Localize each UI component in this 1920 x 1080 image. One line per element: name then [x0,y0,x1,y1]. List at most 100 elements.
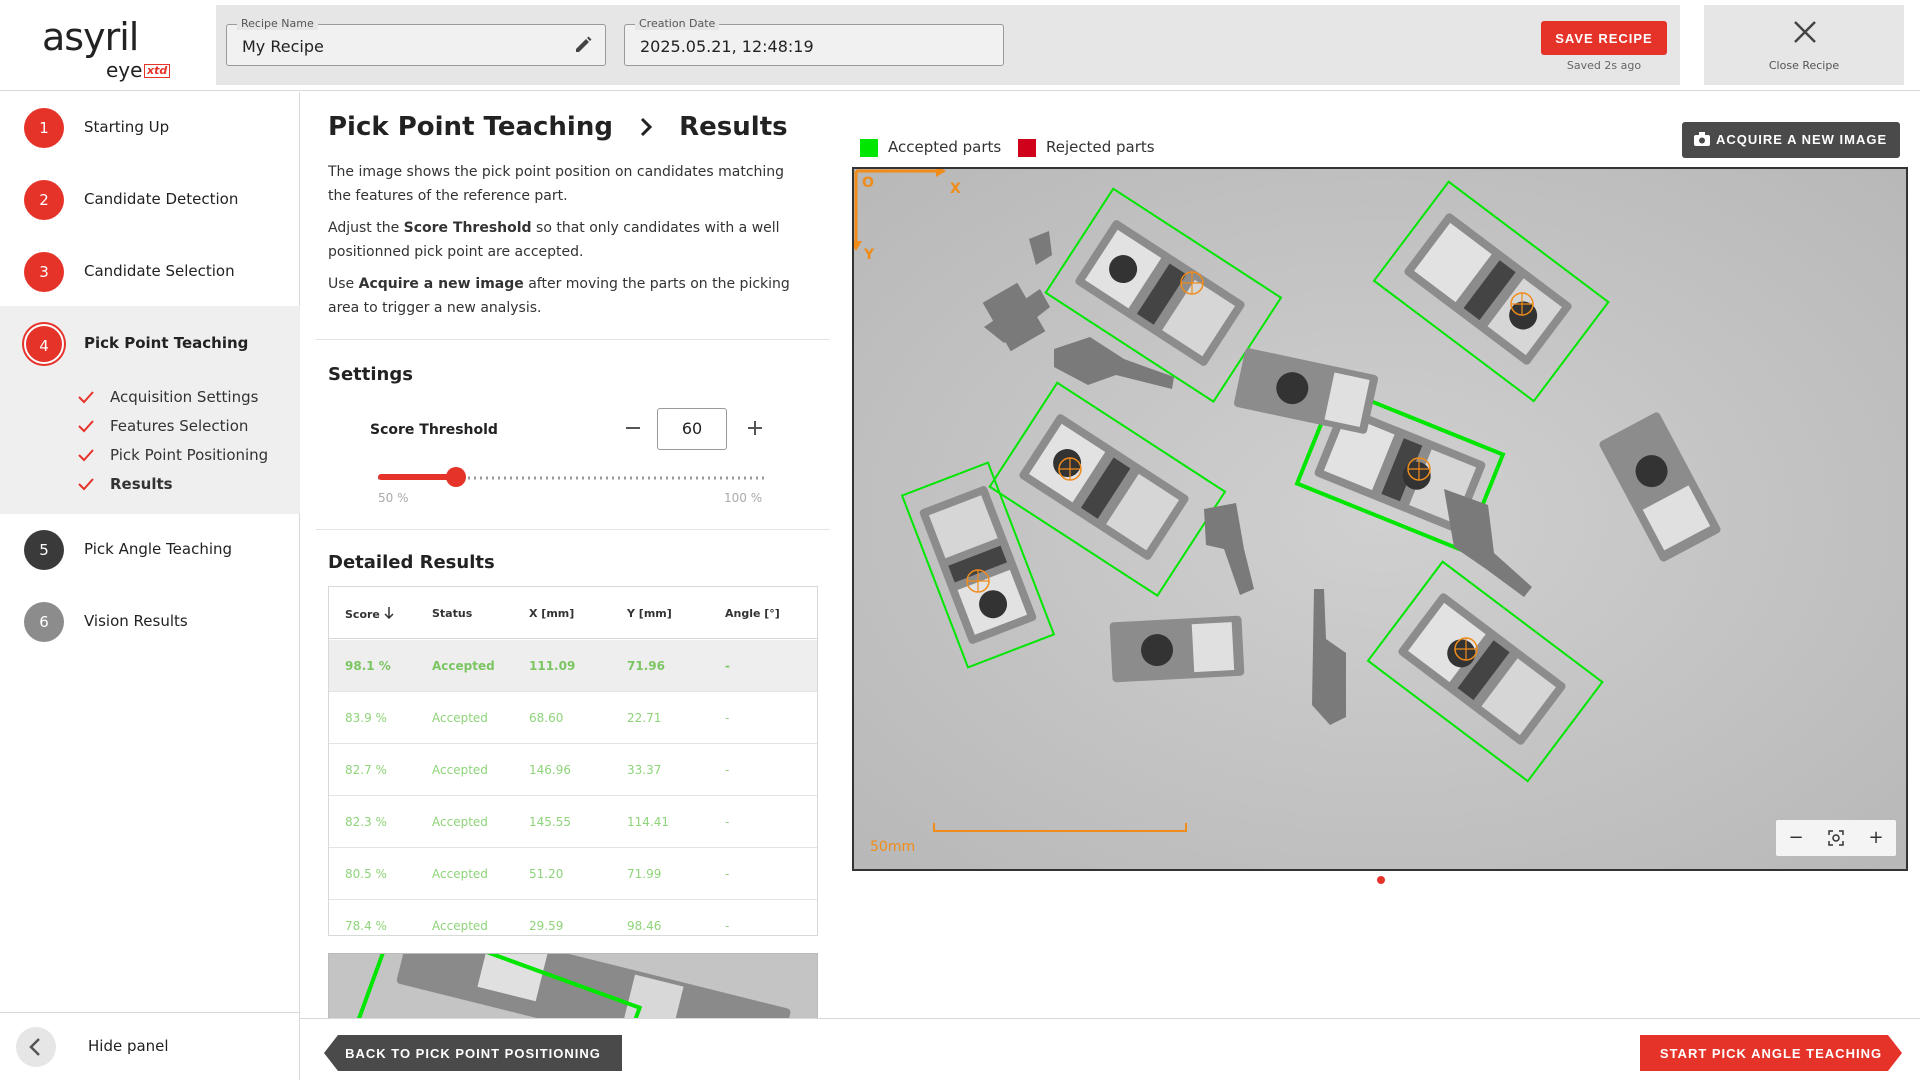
table-row[interactable]: 98.1 % Accepted 111.09 71.96 - [329,640,817,692]
cell-score: 98.1 % [345,659,391,673]
results-table: Score Status X [mm] Y [mm] Angle [°] 98.… [328,586,818,936]
description-3: Use Acquire a new image after moving the… [328,276,790,316]
table-row[interactable]: 82.3 % Accepted 145.55 114.41 - [329,796,817,848]
scale-bar-label: 50mm [870,839,916,855]
table-row[interactable]: 83.9 % Accepted 68.60 22.71 - [329,692,817,744]
slider-fill [378,474,456,480]
steps-sidebar: 1 Starting Up 2 Candidate Detection 3 Ca… [0,92,300,1080]
step-number: 6 [24,602,64,642]
saved-status: Saved 2s ago [1566,59,1642,72]
cell-score: 82.7 % [345,763,387,777]
substep-label: Results [110,475,173,493]
start-pick-angle-teaching-button[interactable]: START PICK ANGLE TEACHING [1640,1035,1902,1071]
table-row[interactable]: 82.7 % Accepted 146.96 33.37 - [329,744,817,796]
hide-panel-button[interactable] [16,1027,56,1067]
close-icon [1794,21,1816,43]
cell-score: 80.5 % [345,867,387,881]
acquire-new-image-button[interactable]: ACQUIRE A NEW IMAGE [1682,122,1900,158]
sidebar-step-pick-point-teaching[interactable]: 4 Pick Point Teaching Acquisition Settin… [0,306,300,514]
cell-x: 146.96 [529,763,571,777]
cell-status: Accepted [432,815,488,829]
creation-date-field: Creation Date 2025.05.21, 12:48:19 [624,17,1004,66]
step-number: 3 [24,252,64,292]
zoom-out-button[interactable]: − [1776,820,1816,856]
recipe-name-label: Recipe Name [237,17,318,30]
column-header-x[interactable]: X [mm] [529,607,574,620]
image-pager-dot[interactable] [1377,876,1385,884]
creation-date-value: 2025.05.21, 12:48:19 [640,37,814,56]
cell-x: 51.20 [529,867,564,881]
step-number: 5 [24,530,64,570]
cell-score: 83.9 % [345,711,387,725]
threshold-increase-button[interactable] [740,413,770,443]
step-number: 1 [24,108,64,148]
divider [316,529,830,530]
cell-y: 114.41 [627,815,669,829]
recipe-name-field[interactable]: Recipe Name My Recipe [226,17,606,66]
slider-max-label: 100 % [724,491,763,505]
zoom-fit-button[interactable] [1816,820,1856,856]
threshold-decrease-button[interactable] [618,413,648,443]
score-threshold-label: Score Threshold [370,422,498,438]
column-header-y[interactable]: Y [mm] [627,607,672,620]
cell-y: 33.37 [627,763,662,777]
cell-status: Accepted [432,763,488,777]
table-row[interactable]: 80.5 % Accepted 51.20 71.99 - [329,848,817,900]
page-title: Pick Point Teaching [328,112,613,142]
substep-label: Features Selection [110,417,249,435]
axis-origin-label: O [862,175,874,191]
zoom-controls: − + [1776,820,1896,856]
hide-panel-bar: Hide panel [0,1012,300,1080]
table-row[interactable]: 78.4 % Accepted 29.59 98.46 - [329,900,817,935]
slider-min-label: 50 % [378,491,409,505]
camera-image-view[interactable]: O X Y 50mm − + [852,167,1908,871]
close-recipe-label: Close Recipe [1768,59,1840,72]
zoom-in-button[interactable]: + [1856,820,1896,856]
cell-status: Accepted [432,711,488,725]
table-header: Score Status X [mm] Y [mm] Angle [°] [329,587,817,639]
sidebar-step-candidate-detection[interactable]: 2 Candidate Detection [0,164,300,236]
cell-status: Accepted [432,919,488,933]
pencil-icon[interactable] [573,35,593,55]
cell-x: 68.60 [529,711,564,725]
logo-text: asyril [42,15,139,59]
logo-sub-text: eye [106,58,143,82]
step-label: Starting Up [84,118,170,136]
back-to-pick-point-positioning-button[interactable]: BACK TO PICK POINT POSITIONING [324,1035,622,1071]
cell-angle: - [725,659,730,673]
column-header-score[interactable]: Score [345,607,394,621]
column-header-angle[interactable]: Angle [°] [725,607,780,620]
asyril-logo: asyril eye xtd [42,15,182,82]
column-header-status[interactable]: Status [432,607,472,620]
step-label: Vision Results [84,612,188,630]
legend-rejected: Rejected parts [1046,138,1155,156]
description-2: Adjust the Score Threshold so that only … [328,220,780,260]
slider-handle[interactable] [446,467,466,487]
cell-angle: - [725,919,730,933]
axis-x-label: X [950,181,961,197]
arrow-down-icon [384,607,394,620]
cell-y: 22.71 [627,711,662,725]
sidebar-step-pick-angle-teaching[interactable]: 5 Pick Angle Teaching [0,514,300,586]
sidebar-step-starting-up[interactable]: 1 Starting Up [0,92,300,164]
close-recipe-button[interactable]: Close Recipe [1704,5,1904,85]
logo-badge: xtd [144,64,171,78]
sidebar-step-vision-results[interactable]: 6 Vision Results [0,586,300,658]
cell-y: 71.96 [627,659,665,673]
score-threshold-input[interactable]: 60 [657,408,727,450]
save-recipe-button[interactable]: SAVE RECIPE [1541,21,1667,55]
check-icon [78,449,94,462]
recipe-info-bar: Recipe Name My Recipe Creation Date 2025… [216,5,1680,85]
footer-bar: BACK TO PICK POINT POSITIONING START PIC… [300,1018,1920,1080]
step-label: Pick Point Teaching [84,334,249,352]
page-title-row: Pick Point Teaching Results [328,112,788,148]
step-label: Pick Angle Teaching [84,540,233,558]
substep-label: Pick Point Positioning [110,446,269,464]
recipe-name-value: My Recipe [242,37,324,56]
substep-label: Acquisition Settings [110,388,259,406]
cell-x: 145.55 [529,815,571,829]
step-number: 4 [24,324,64,364]
sidebar-step-candidate-selection[interactable]: 3 Candidate Selection [0,236,300,308]
cell-score: 78.4 % [345,919,387,933]
cell-y: 98.46 [627,919,662,933]
